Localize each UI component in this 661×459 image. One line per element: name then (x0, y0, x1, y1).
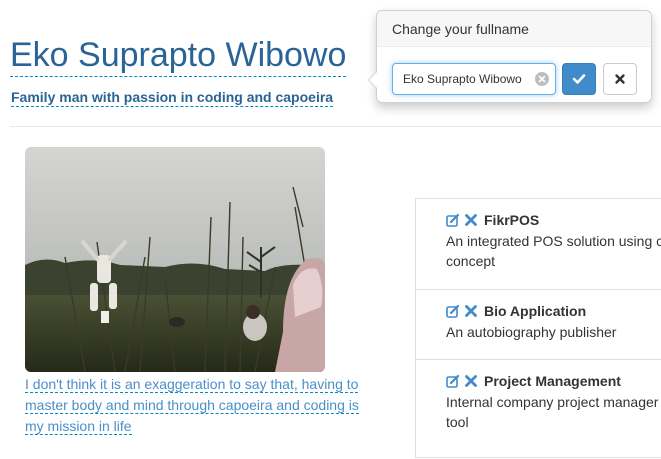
fullname-heading[interactable]: Eko Suprapto Wibowo (10, 34, 347, 77)
project-title-row: Bio Application (446, 301, 661, 321)
project-name: Bio Application (484, 303, 587, 319)
photo-caption[interactable]: I don't think it is an exaggeration to s… (25, 374, 365, 437)
photo-caption-text[interactable]: I don't think it is an exaggeration to s… (25, 376, 359, 435)
profile-photo (25, 147, 325, 372)
edit-icon[interactable] (446, 374, 460, 388)
clear-input-icon[interactable] (535, 72, 549, 86)
project-name: Project Management (484, 373, 621, 389)
edit-icon[interactable] (446, 213, 460, 227)
delete-icon[interactable] (464, 304, 478, 318)
clear-x-icon (538, 75, 546, 83)
edit-icon[interactable] (446, 304, 460, 318)
popover-title: Change your fullname (377, 11, 651, 47)
fullname-input-wrapper (392, 63, 556, 95)
project-list: FikrPOS An integrated POS solution using… (415, 198, 661, 458)
close-icon (615, 74, 625, 84)
project-description: An integrated POS solution using c conce… (446, 233, 661, 269)
delete-icon[interactable] (464, 374, 478, 388)
header-divider (10, 126, 661, 127)
delete-icon[interactable] (464, 213, 478, 227)
fullname-input[interactable] (393, 64, 533, 94)
edit-fullname-popover: Change your fullname (368, 10, 652, 103)
project-title-row: FikrPOS (446, 210, 661, 230)
list-item: Project Management Internal company proj… (416, 360, 661, 459)
popover-arrow-inner (369, 72, 377, 88)
project-name: FikrPOS (484, 212, 540, 228)
tagline-link[interactable]: Family man with passion in coding and ca… (11, 88, 334, 107)
check-icon (572, 74, 586, 84)
submit-button[interactable] (562, 63, 596, 95)
project-title-row: Project Management (446, 371, 661, 391)
project-description: An autobiography publisher (446, 324, 617, 340)
list-item: FikrPOS An integrated POS solution using… (416, 199, 661, 290)
cancel-button[interactable] (603, 63, 637, 95)
project-description: Internal company project manager tool (446, 394, 659, 430)
list-item: Bio Application An autobiography publish… (416, 290, 661, 360)
